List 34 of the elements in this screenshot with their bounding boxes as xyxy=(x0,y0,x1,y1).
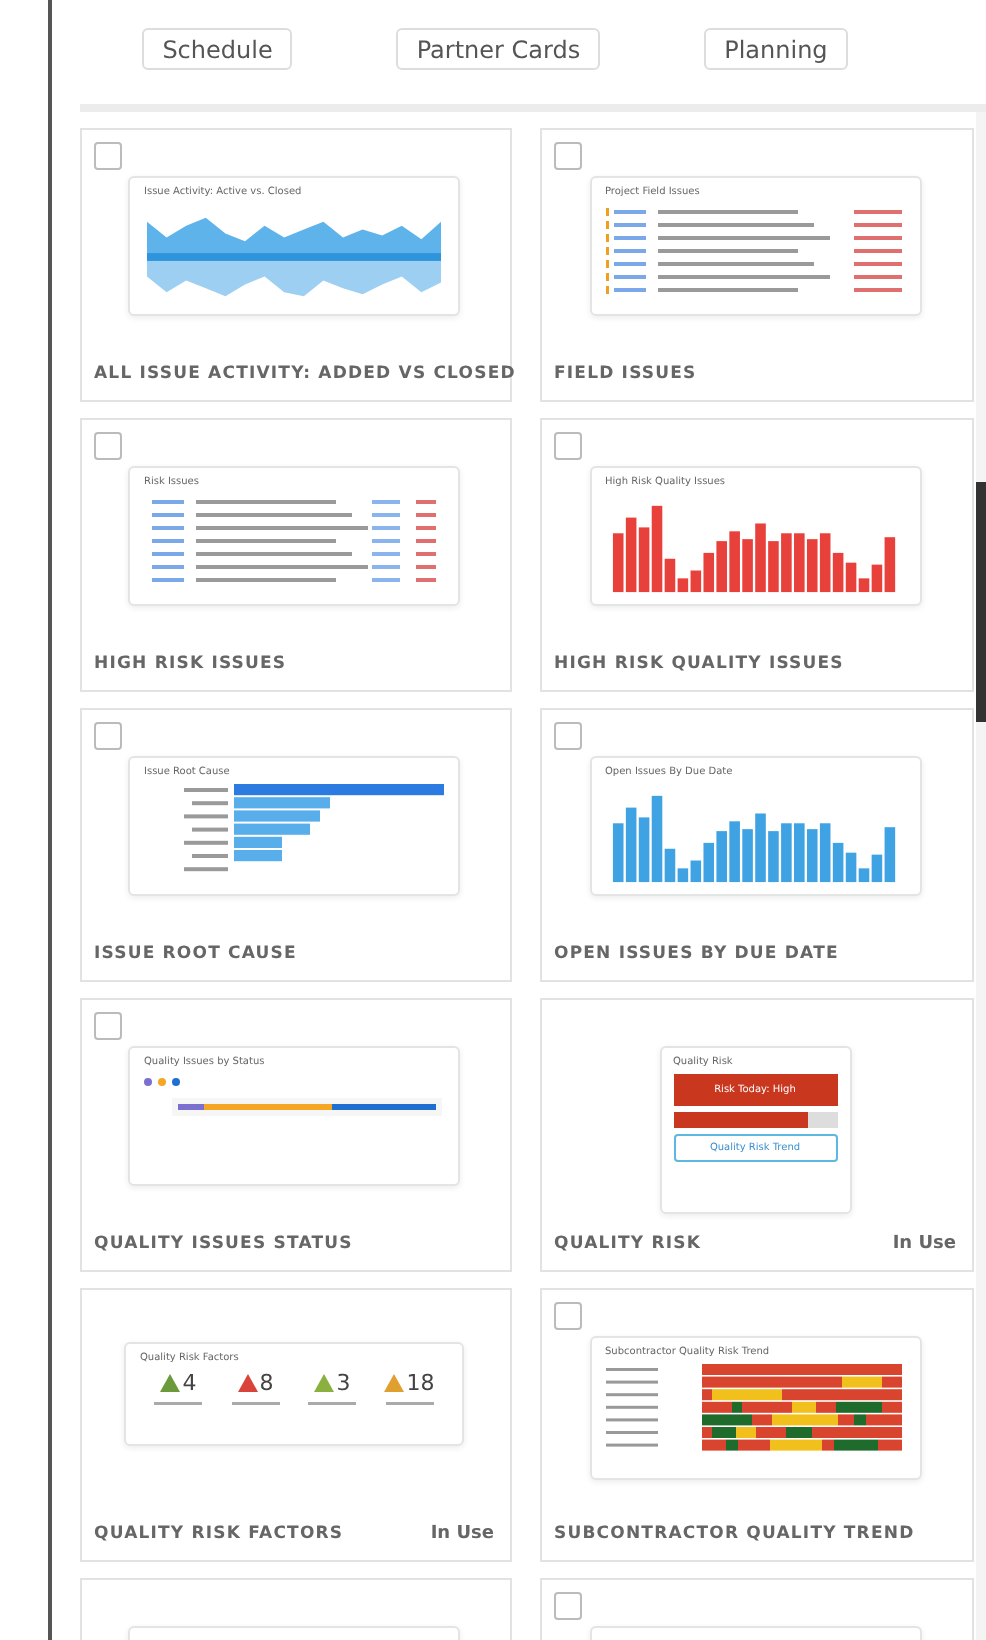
in-use-label: In Use xyxy=(892,1234,956,1254)
caption-drawing xyxy=(306,1400,359,1410)
widget-title: ALL ISSUE ACTIVITY: ADDED VS CLOSED xyxy=(94,364,516,384)
factor-count: 18 xyxy=(406,1370,435,1396)
select-checkbox[interactable] xyxy=(554,722,582,750)
select-checkbox[interactable] xyxy=(554,1592,582,1620)
select-checkbox[interactable] xyxy=(94,722,122,750)
caption-drawing xyxy=(229,1400,282,1410)
nav-button[interactable]: Schedule xyxy=(142,28,293,70)
widget-title: SUBCONTRACTOR QUALITY TREND xyxy=(554,1524,915,1544)
caption-drawing xyxy=(152,1400,205,1410)
widget-title: HIGH RISK QUALITY ISSUES xyxy=(554,654,844,674)
in-use-label: In Use xyxy=(430,1524,494,1544)
scrollbar-thumb[interactable] xyxy=(976,482,986,722)
widget-title: QUALITY RISK xyxy=(554,1234,702,1254)
widget-title: ISSUE ROOT CAUSE xyxy=(94,944,297,964)
nav-button[interactable]: Planning xyxy=(704,28,848,70)
factor-count: 3 xyxy=(336,1370,351,1396)
select-checkbox[interactable] xyxy=(554,142,582,170)
widget-title: FIELD ISSUES xyxy=(554,364,697,384)
select-checkbox[interactable] xyxy=(94,1012,122,1040)
factor-count: 8 xyxy=(259,1370,274,1396)
widget-title: QUALITY ISSUES STATUS xyxy=(94,1234,353,1254)
factor-count: 4 xyxy=(182,1370,197,1396)
caption-drawing xyxy=(383,1400,436,1410)
widget-title: OPEN ISSUES BY DUE DATE xyxy=(554,944,839,964)
select-checkbox[interactable] xyxy=(94,432,122,460)
select-checkbox[interactable] xyxy=(554,1302,582,1330)
select-checkbox[interactable] xyxy=(94,142,122,170)
scrollbar[interactable] xyxy=(976,112,986,1640)
widget-title: HIGH RISK ISSUES xyxy=(94,654,287,674)
widget-title: QUALITY RISK FACTORS xyxy=(94,1524,344,1544)
nav-button[interactable]: Partner Cards xyxy=(396,28,601,70)
select-checkbox[interactable] xyxy=(554,432,582,460)
